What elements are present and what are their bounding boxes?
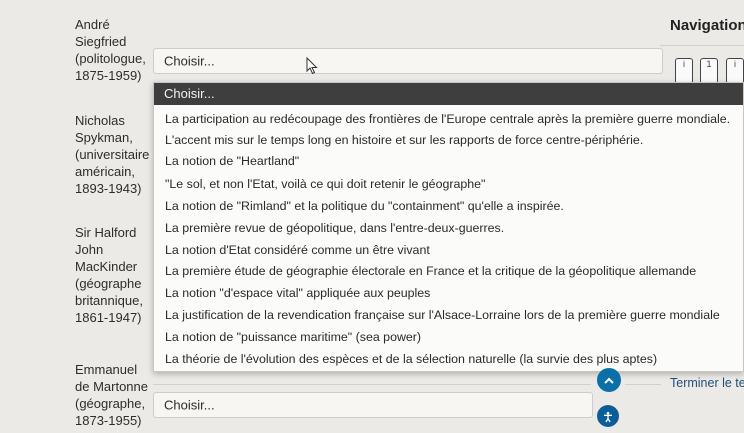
dropdown-option[interactable]: La participation au redécoupage des fron… <box>165 112 730 126</box>
nav-question-box[interactable]: i <box>726 58 744 84</box>
accessibility-icon <box>604 411 612 423</box>
dropdown-option[interactable]: La notion "d'espace vital" appliquée aux… <box>165 286 430 300</box>
person-line: Nicholas <box>75 113 125 128</box>
scroll-up-button[interactable] <box>597 368 621 392</box>
person-line: 1875-1959) <box>75 68 142 83</box>
dropdown-option[interactable]: La notion de "Heartland" <box>165 154 299 168</box>
person-line: (universitaire <box>75 147 150 162</box>
person-spykman: Nicholas Spykman, (universitaire américa… <box>75 112 155 197</box>
dropdown-option[interactable]: La notion de "Rimland" et la politique d… <box>165 199 564 213</box>
nav-box-label: i <box>683 59 685 69</box>
nav-question-box[interactable]: i <box>675 58 693 84</box>
person-line: de Martonne <box>75 379 148 394</box>
dropdown-option[interactable]: La notion de "puissance maritime" (sea p… <box>165 330 421 344</box>
mouse-cursor-icon <box>306 57 318 75</box>
dropdown-option[interactable]: La première revue de géopolitique, dans … <box>165 221 504 235</box>
person-line: 1873-1955) <box>75 413 142 428</box>
person-line: (politologue, <box>75 51 146 66</box>
person-line: 1893-1943) <box>75 181 142 196</box>
dropdown-option[interactable]: L'accent mis sur le temps long en histoi… <box>165 133 643 147</box>
person-line: américain, <box>75 164 135 179</box>
person-line: Siegfried <box>75 34 127 49</box>
answer-dropdown-list[interactable]: Choisir... La participation au redécoupa… <box>153 82 744 372</box>
dropdown-option[interactable]: La notion d'Etat considéré comme un être… <box>165 243 430 257</box>
chevron-up-icon <box>604 377 614 384</box>
person-line: MacKinder <box>75 259 138 274</box>
accessibility-button[interactable] <box>597 405 619 427</box>
select-value: Choisir... <box>164 397 215 413</box>
dropdown-option[interactable]: La première étude de géographie électora… <box>165 264 696 278</box>
finish-test-link[interactable]: Terminer le tes <box>670 376 744 390</box>
select-value: Choisir... <box>164 53 215 69</box>
person-line: britannique, <box>75 293 143 308</box>
dropdown-option[interactable]: La justification de la revendication fra… <box>165 308 720 322</box>
person-line: Spykman, <box>75 130 133 145</box>
person-line: (géographe <box>75 276 142 291</box>
question-divider <box>625 384 661 385</box>
person-line: Emmanuel <box>75 362 138 377</box>
person-line: John <box>75 242 104 257</box>
answer-select-2[interactable]: Choisir... <box>153 392 593 418</box>
person-line: (géographe, <box>75 396 146 411</box>
person-siegfried: André Siegfried (politologue, 1875-1959) <box>75 16 155 84</box>
person-martonne: Emmanuel de Martonne (géographe, 1873-19… <box>75 361 155 429</box>
dropdown-option-selected[interactable]: Choisir... <box>154 83 743 105</box>
nav-divider <box>660 45 744 46</box>
answer-select-1[interactable]: Choisir... <box>153 48 663 74</box>
person-line: 1861-1947) <box>75 310 142 325</box>
person-mackinder: Sir Halford John MacKinder (géographe br… <box>75 224 155 326</box>
nav-question-box[interactable]: 1 <box>700 58 718 84</box>
nav-box-label: i <box>734 59 736 69</box>
nav-box-label: 1 <box>706 59 712 69</box>
person-line: André <box>75 17 110 32</box>
navigation-title: Navigation <box>670 17 744 34</box>
dropdown-option[interactable]: La théorie de l'évolution des espèces et… <box>165 352 657 366</box>
person-line: Sir Halford <box>75 225 137 240</box>
dropdown-option[interactable]: "Le sol, et non l'Etat, voilà ce qui doi… <box>165 177 485 191</box>
question-divider <box>153 384 591 385</box>
